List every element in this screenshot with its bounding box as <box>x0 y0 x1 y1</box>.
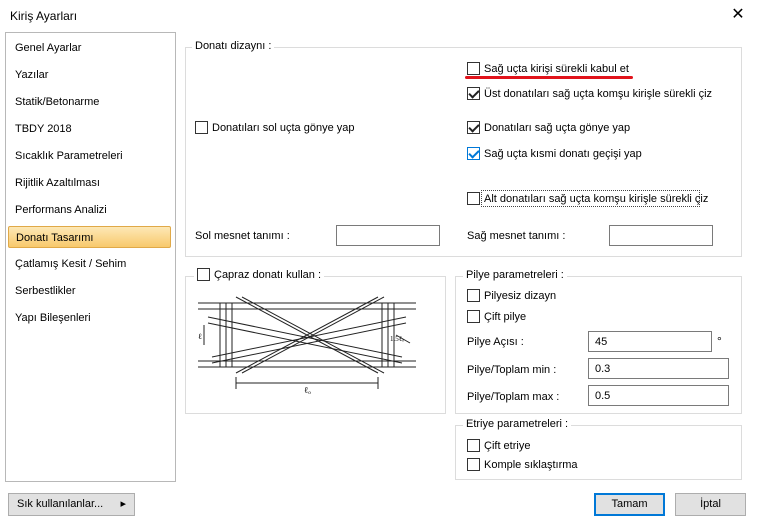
diagram-lo-label: ℓₒ <box>304 385 311 395</box>
ust-surekli-checkbox[interactable]: Üst donatıları sağ uçta komşu kirişle sü… <box>467 87 712 100</box>
pilye-aci-unit: ° <box>717 334 722 348</box>
chevron-right-icon: ▸ <box>120 498 126 510</box>
sidebar-item-tbdy-2018[interactable]: TBDY 2018 <box>8 118 171 140</box>
capraz-label: Çapraz donatı kullan : <box>214 268 322 281</box>
cift-pilye-checkbox[interactable]: Çift pilye <box>467 310 526 323</box>
sidebar-item-yazilar[interactable]: Yazılar <box>8 64 171 86</box>
sag-mesnet-input[interactable] <box>609 225 713 246</box>
pilye-aci-input[interactable] <box>588 331 712 352</box>
sidebar-item-yapi-bilesenleri[interactable]: Yapı Bileşenleri <box>8 307 171 329</box>
settings-sidebar: Genel Ayarlar Yazılar Statik/Betonarme T… <box>5 32 176 482</box>
cift-etriye-checkbox[interactable]: Çift etriye <box>467 439 530 452</box>
ust-surekli-label: Üst donatıları sağ uçta komşu kirişle sü… <box>484 87 713 100</box>
alt-surekli-box[interactable] <box>467 192 480 205</box>
kismi-gecis-checkbox[interactable]: Sağ uçta kısmi donatı geçişi yap <box>467 147 642 160</box>
sag-surekli-label: Sağ uçta kirişi sürekli kabul et <box>484 62 629 75</box>
sol-mesnet-input[interactable] <box>336 225 440 246</box>
sag-surekli-box[interactable] <box>467 62 480 75</box>
cift-etriye-label: Çift etriye <box>484 439 531 452</box>
window-title: Kiriş Ayarları <box>10 9 78 23</box>
etriye-group-label: Etriye parametreleri : <box>463 418 572 430</box>
pilyesiz-checkbox[interactable]: Pilyesiz dizayn <box>467 289 556 302</box>
cift-pilye-label: Çift pilye <box>484 310 527 323</box>
sidebar-item-rijitlik[interactable]: Rijitlik Azaltılması <box>8 172 171 194</box>
sol-gonye-label: Donatıları sol uçta gönye yap <box>212 121 355 134</box>
kismi-gecis-box[interactable] <box>467 147 480 160</box>
pilye-min-label: Pilye/Toplam min : <box>467 364 557 376</box>
capraz-box[interactable] <box>197 268 210 281</box>
close-icon[interactable]: ✕ <box>722 2 754 28</box>
sidebar-item-genel-ayarlar[interactable]: Genel Ayarlar <box>8 37 171 59</box>
ust-surekli-box[interactable] <box>467 87 480 100</box>
pilyesiz-label: Pilyesiz dizayn <box>484 289 557 302</box>
pilye-min-input[interactable] <box>588 358 729 379</box>
etriye-group <box>455 425 742 480</box>
sag-mesnet-label: Sağ mesnet tanımı : <box>467 230 566 242</box>
cift-etriye-box[interactable] <box>467 439 480 452</box>
sidebar-item-statik-betonarme[interactable]: Statik/Betonarme <box>8 91 171 113</box>
sidebar-item-sicaklik[interactable]: Sıcaklık Parametreleri <box>8 145 171 167</box>
sidebar-item-donati-tasarimi[interactable]: Donatı Tasarımı <box>8 226 171 248</box>
red-underline-annotation <box>465 76 633 79</box>
title-bar: Kiriş Ayarları ✕ <box>0 0 760 30</box>
sag-surekli-checkbox[interactable]: Sağ uçta kirişi sürekli kabul et <box>467 62 629 75</box>
capraz-diagram: ℓₒ ℓ 1.5ℓₒ <box>198 296 416 395</box>
ok-button[interactable]: Tamam <box>594 493 665 516</box>
pilye-max-input[interactable] <box>588 385 729 406</box>
komple-box[interactable] <box>467 458 480 471</box>
pilyesiz-box[interactable] <box>467 289 480 302</box>
komple-checkbox[interactable]: Komple sıklaştırma <box>467 458 578 471</box>
donati-group-label: Donatı dizaynı : <box>192 40 275 52</box>
cancel-button[interactable]: İptal <box>675 493 746 516</box>
pilye-aci-label: Pilye Açısı : <box>467 336 524 348</box>
cift-pilye-box[interactable] <box>467 310 480 323</box>
sol-gonye-box[interactable] <box>195 121 208 134</box>
focus-rectangle <box>481 190 700 207</box>
sag-gonye-label: Donatıları sağ uçta gönye yap <box>484 121 631 134</box>
sol-gonye-checkbox[interactable]: Donatıları sol uçta gönye yap <box>195 121 354 134</box>
sol-mesnet-label: Sol mesnet tanımı : <box>195 230 290 242</box>
sag-gonye-checkbox[interactable]: Donatıları sağ uçta gönye yap <box>467 121 630 134</box>
kismi-gecis-label: Sağ uçta kısmi donatı geçişi yap <box>484 147 642 160</box>
sidebar-item-catlamis-kesit[interactable]: Çatlamış Kesit / Sehim <box>8 253 171 275</box>
diagram-dim-label: 1.5ℓₒ <box>390 335 404 343</box>
komple-label: Komple sıklaştırma <box>484 458 578 471</box>
frequent-button[interactable]: Sık kullanılanlar... ▸ <box>8 493 135 516</box>
capraz-checkbox[interactable]: Çapraz donatı kullan : <box>194 268 325 281</box>
frequent-label: Sık kullanılanlar... <box>17 498 104 510</box>
sag-gonye-box[interactable] <box>467 121 480 134</box>
pilye-max-label: Pilye/Toplam max : <box>467 391 560 403</box>
pilye-group-label: Pilye parametreleri : <box>463 269 567 281</box>
sidebar-item-serbestlikler[interactable]: Serbestlikler <box>8 280 171 302</box>
diagram-l-label: ℓ <box>198 332 202 341</box>
sidebar-item-performans[interactable]: Performans Analizi <box>8 199 171 221</box>
